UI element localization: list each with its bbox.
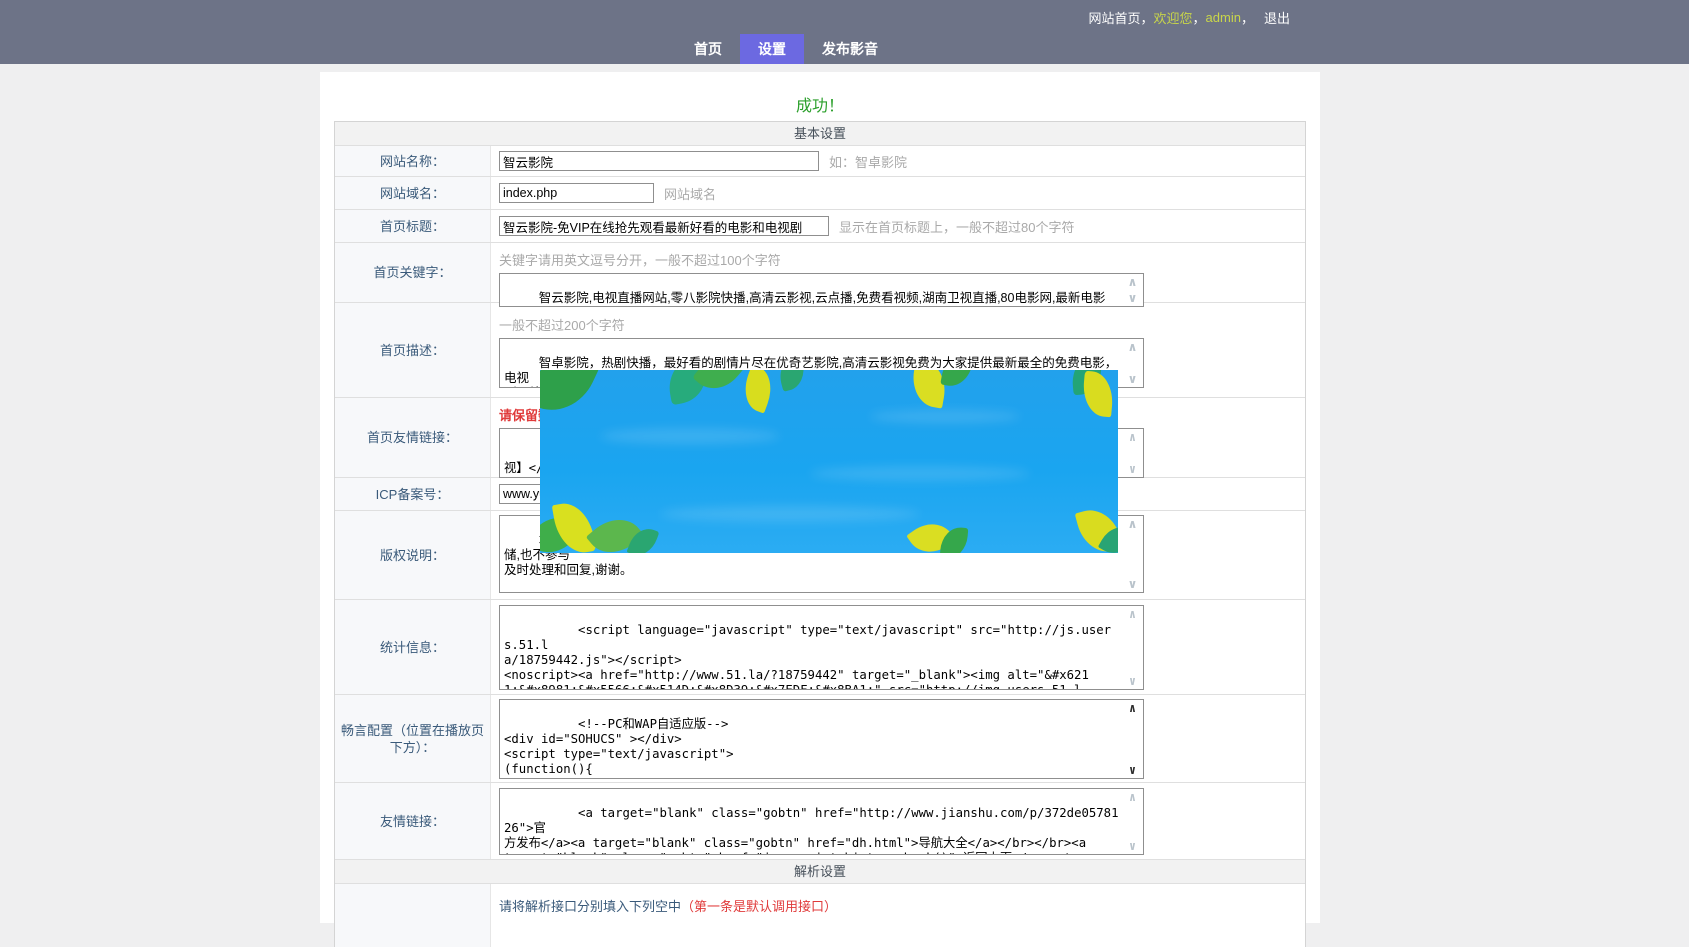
separator: ，	[1141, 11, 1154, 26]
separator: ，	[1241, 11, 1254, 26]
home-keywords-hint: 关键字请用英文逗号分开，一般不超过100个字符	[499, 250, 1305, 269]
home-title-input[interactable]	[499, 216, 829, 236]
stats-label: 统计信息：	[335, 600, 491, 694]
row-home-title: 首页标题： 显示在首页标题上，一般不超过80个字符	[335, 210, 1305, 243]
row-home-keywords: 首页关键字： 关键字请用英文逗号分开，一般不超过100个字符 智云影院,电视直播…	[335, 243, 1305, 303]
changyan-textarea[interactable]: <!--PC和WAP自适应版--> <div id="SOHUCS" ></di…	[499, 699, 1144, 779]
cloud-decoration	[660, 506, 920, 522]
tab-settings[interactable]: 设置	[740, 34, 804, 64]
home-keywords-textarea[interactable]: 智云影院,电视直播网站,零八影院快播,高清云影视,云点播,免费看视频,湖南卫视直…	[499, 273, 1144, 307]
parse-row-label	[335, 884, 491, 947]
site-name-hint: 如：智卓影院	[829, 152, 907, 171]
leaf-decoration	[540, 370, 599, 424]
leaf-decoration	[775, 370, 808, 392]
username-text: admin	[1206, 10, 1241, 25]
scroll-down-icon[interactable]: ∨	[1126, 293, 1139, 303]
scroll-down-icon[interactable]: ∨	[1126, 676, 1139, 686]
copyright-label: 版权说明：	[335, 511, 491, 599]
icp-label: ICP备案号：	[335, 478, 491, 510]
friend-links-textarea[interactable]: <a target="blank" class="gobtn" href="ht…	[499, 788, 1144, 855]
home-friend-links-label: 首页友情链接：	[335, 398, 491, 477]
friend-links-label: 友情链接：	[335, 783, 491, 859]
home-desc-label: 首页描述：	[335, 303, 491, 397]
scroll-down-icon[interactable]: ∨	[1126, 579, 1139, 589]
scroll-up-icon[interactable]: ∧	[1126, 609, 1139, 619]
tab-home[interactable]: 首页	[676, 34, 740, 64]
cloud-decoration	[600, 428, 780, 444]
logout-link[interactable]: 退出	[1264, 11, 1290, 26]
scroll-up-icon[interactable]: ∧	[1126, 432, 1139, 442]
site-domain-input[interactable]	[499, 183, 654, 203]
scroll-up-icon[interactable]: ∧	[1126, 703, 1139, 713]
parse-instructions-note: （第一条是默认调用接口）	[681, 899, 837, 914]
row-parse-hint: 请将解析接口分别填入下列空中（第一条是默认调用接口）	[335, 884, 1305, 947]
scroll-up-icon[interactable]: ∧	[1126, 519, 1139, 529]
site-name-label: 网站名称：	[335, 146, 491, 176]
site-domain-label: 网站域名：	[335, 177, 491, 209]
parse-instructions: 请将解析接口分别填入下列空中（第一条是默认调用接口）	[499, 884, 1305, 915]
row-stats: 统计信息： <script language="javascript" type…	[335, 600, 1305, 695]
cloud-decoration	[810, 466, 1030, 481]
stats-textarea[interactable]: <script language="javascript" type="text…	[499, 605, 1144, 690]
user-links: 网站首页，欢迎您，admin，退出	[1088, 8, 1290, 27]
scroll-down-icon[interactable]: ∨	[1126, 374, 1139, 384]
scroll-up-icon[interactable]: ∧	[1126, 792, 1139, 802]
scroll-down-icon[interactable]: ∨	[1126, 765, 1139, 775]
leaf-decoration	[738, 370, 779, 414]
home-keywords-label: 首页关键字：	[335, 243, 491, 302]
row-site-domain: 网站域名： 网站域名	[335, 177, 1305, 210]
leaf-decoration	[1081, 371, 1115, 417]
section-header-basic: 基本设置	[335, 122, 1305, 146]
welcome-text: 欢迎您	[1154, 11, 1193, 26]
scroll-up-icon[interactable]: ∧	[1126, 277, 1139, 287]
site-domain-hint: 网站域名	[664, 184, 716, 203]
row-changyan: 畅言配置（位置在播放页下方）： <!--PC和WAP自适应版--> <div i…	[335, 695, 1305, 783]
site-name-input[interactable]	[499, 151, 819, 171]
scroll-down-icon[interactable]: ∨	[1126, 464, 1139, 474]
home-title-hint: 显示在首页标题上，一般不超过80个字符	[839, 217, 1074, 236]
tab-publish-media[interactable]: 发布影音	[804, 34, 896, 64]
row-site-name: 网站名称： 如：智卓影院	[335, 146, 1305, 177]
leaf-decoration	[692, 370, 744, 399]
scroll-up-icon[interactable]: ∧	[1126, 342, 1139, 352]
home-title-label: 首页标题：	[335, 210, 491, 242]
leaf-decoration	[940, 370, 973, 389]
main-nav: 首页 设置 发布影音	[676, 34, 896, 64]
changyan-label: 畅言配置（位置在播放页下方）：	[335, 695, 491, 782]
cloud-decoration	[870, 410, 1020, 423]
row-friend-links: 友情链接： <a target="blank" class="gobtn" hr…	[335, 783, 1305, 860]
overlay-image	[540, 370, 1118, 553]
top-bar: 网站首页，欢迎您，admin，退出 首页 设置 发布影音	[0, 0, 1689, 64]
scroll-down-icon[interactable]: ∨	[1126, 841, 1139, 851]
home-desc-hint: 一般不超过200个字符	[499, 315, 1305, 334]
home-page-link[interactable]: 网站首页	[1088, 11, 1140, 26]
separator: ，	[1193, 11, 1206, 26]
section-header-parse: 解析设置	[335, 860, 1305, 884]
success-message: 成功！	[320, 92, 1320, 116]
